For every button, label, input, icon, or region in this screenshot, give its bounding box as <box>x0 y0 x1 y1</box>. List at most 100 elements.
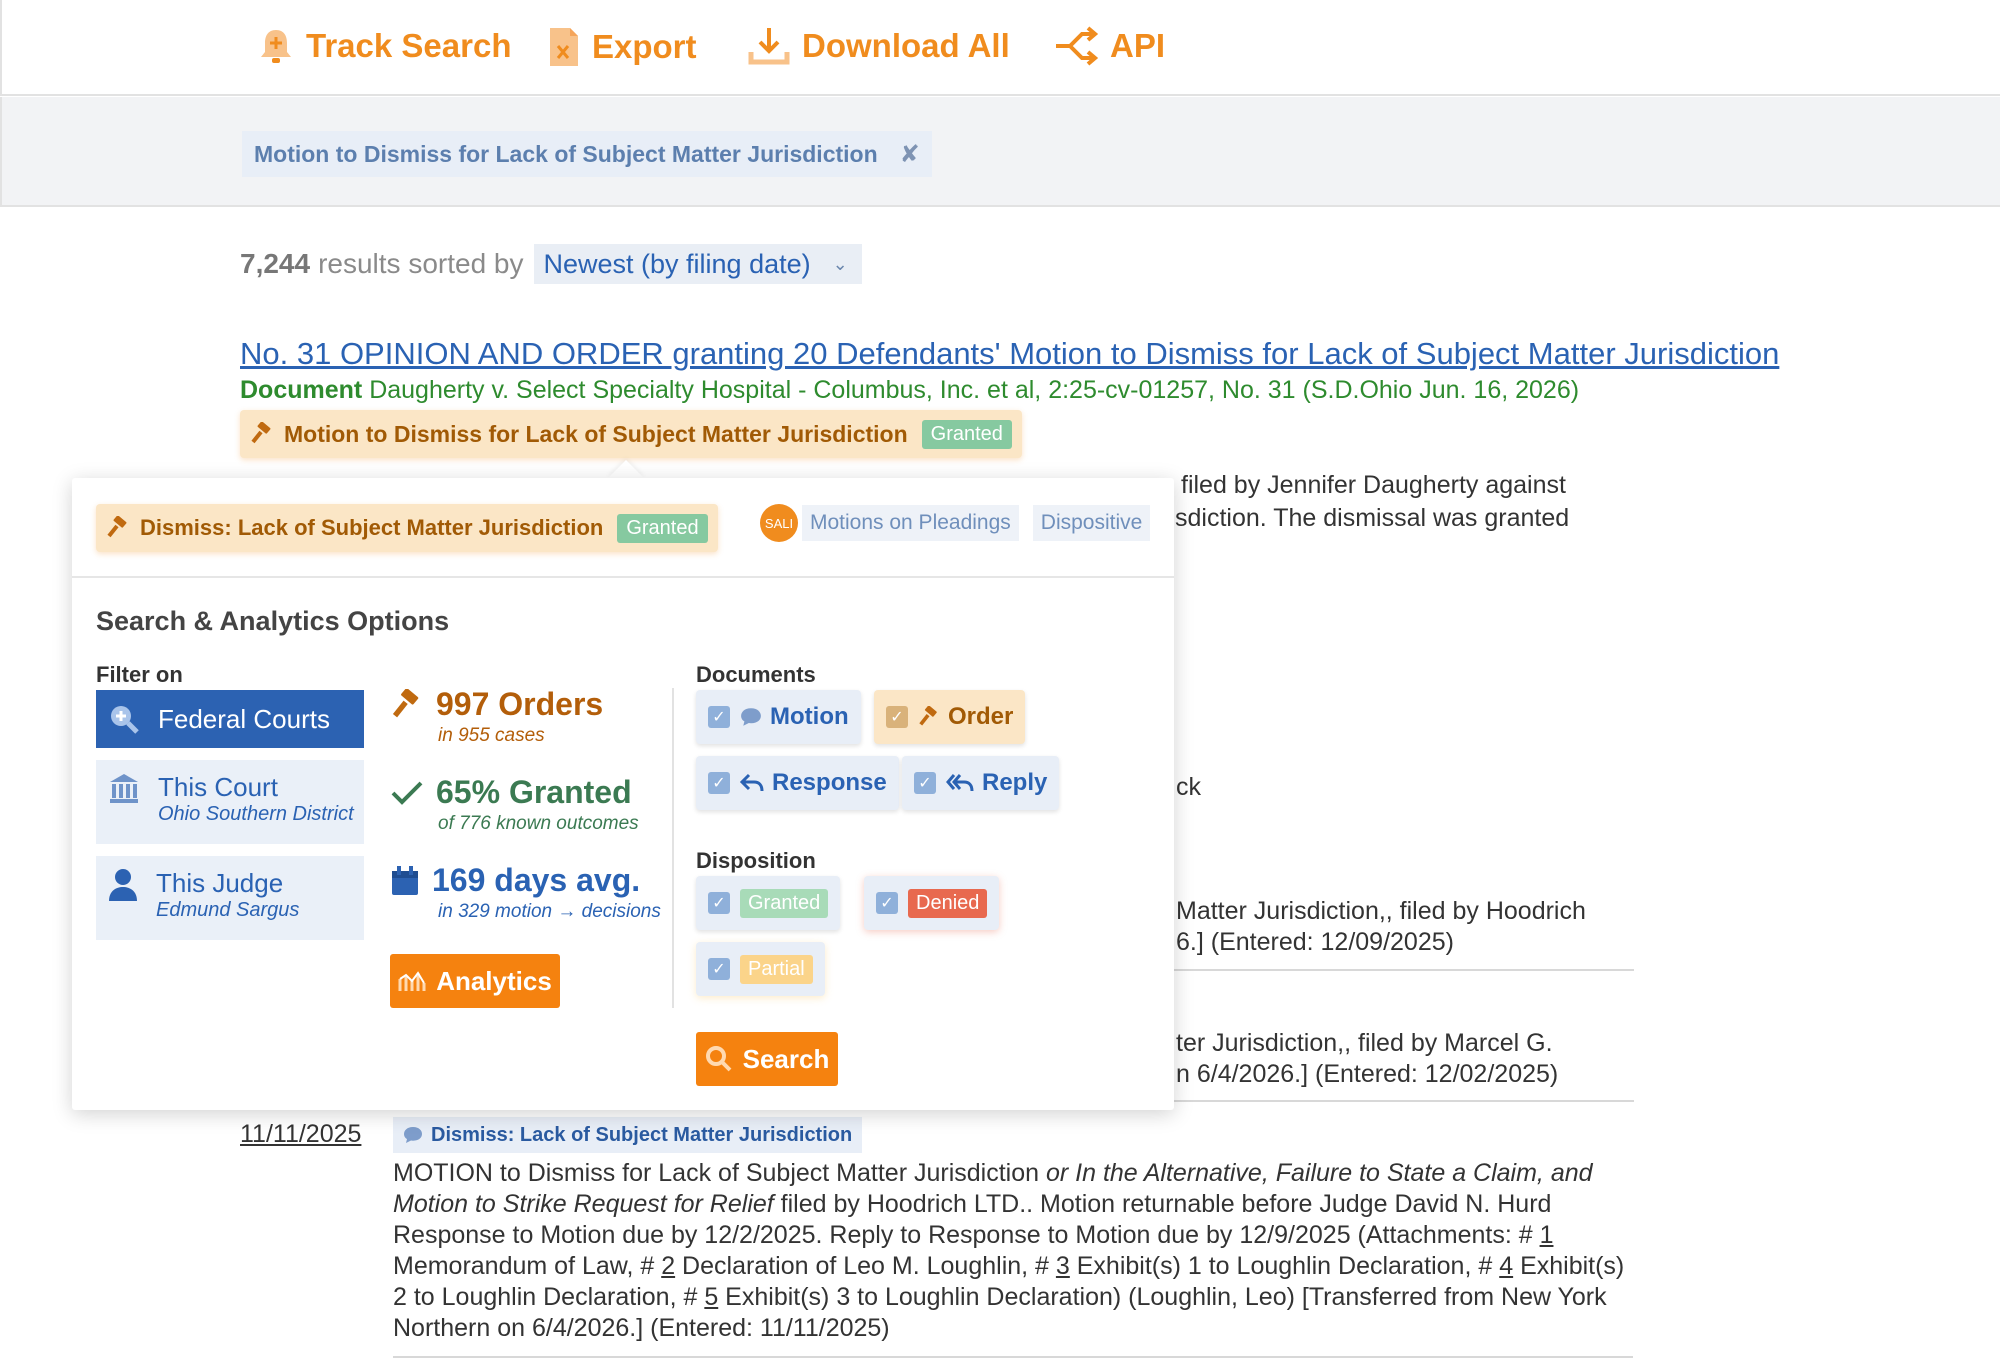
sort-select[interactable]: Newest (by filing date) ⌄ <box>534 244 862 284</box>
this-court-label: This Court <box>158 772 354 803</box>
download-all-label: Download All <box>802 27 1010 65</box>
disposition-denied-label: Denied <box>908 889 987 918</box>
docket-text-part: MOTION to Dismiss for Lack of Subject Ma… <box>393 1159 1046 1187</box>
result-title-link[interactable]: No. 31 OPINION AND ORDER granting 20 Def… <box>240 336 1779 372</box>
filter-this-court-button[interactable]: This Court Ohio Southern District <box>96 760 364 844</box>
docket-motion-tag[interactable]: Dismiss: Lack of Subject Matter Jurisdic… <box>393 1117 862 1153</box>
documents-order-checkbox[interactable]: ✓ Order <box>874 690 1025 744</box>
bell-plus-icon <box>258 26 294 66</box>
days-decisions: in 329 motion → decisions <box>438 901 661 923</box>
search-icon <box>705 1045 733 1073</box>
result-meta-label: Document <box>240 376 362 404</box>
snippet-text: sdiction. The dismissal was granted <box>1175 503 1569 534</box>
docket-text-part: Memorandum of Law, # <box>393 1252 661 1280</box>
speech-bubble-icon <box>740 707 762 727</box>
popover-motion-tag-label: Dismiss: Lack of Subject Matter Jurisdic… <box>140 515 603 541</box>
track-search-button[interactable]: Track Search <box>258 26 511 66</box>
result-meta-text: Daugherty v. Select Specialty Hospital -… <box>369 376 1579 404</box>
status-badge: Granted <box>922 420 1012 449</box>
active-filter-chip[interactable]: Motion to Dismiss for Lack of Subject Ma… <box>242 131 932 177</box>
snippet-text: ck <box>1176 772 1201 803</box>
export-button[interactable]: Export <box>548 26 697 68</box>
popover-header: Dismiss: Lack of Subject Matter Jurisdic… <box>72 478 1174 578</box>
this-judge-label: This Judge <box>156 868 299 899</box>
attachment-link[interactable]: 2 <box>661 1252 675 1280</box>
checkbox-checked-icon: ✓ <box>886 706 908 728</box>
gavel-icon <box>390 689 424 721</box>
documents-response-checkbox[interactable]: ✓ Response <box>696 756 899 810</box>
courthouse-icon <box>108 772 140 804</box>
granted-outcomes: of 776 known outcomes <box>438 813 639 835</box>
entry-divider <box>1150 1100 1634 1102</box>
checkbox-checked-icon: ✓ <box>708 706 730 728</box>
checkbox-checked-icon: ✓ <box>914 772 936 794</box>
results-sorted-by-text: results sorted by <box>318 248 523 280</box>
this-court-sublabel: Ohio Southern District <box>158 803 354 826</box>
documents-response-label: Response <box>772 769 887 797</box>
chart-icon <box>398 969 426 993</box>
documents-order-label: Order <box>948 703 1013 731</box>
category-chip: Motions on Pleadings <box>802 505 1019 541</box>
checkbox-checked-icon: ✓ <box>708 958 730 980</box>
download-all-button[interactable]: Download All <box>748 26 1010 66</box>
federal-courts-label: Federal Courts <box>158 704 330 735</box>
remove-filter-icon[interactable]: ✘ <box>900 140 920 169</box>
filter-this-judge-button[interactable]: This Judge Edmund Sargus <box>96 856 364 940</box>
attachment-link[interactable]: 4 <box>1499 1252 1513 1280</box>
results-count: 7,244 <box>240 248 310 280</box>
disposition-granted-label: Granted <box>740 889 828 918</box>
gavel-icon <box>106 516 130 540</box>
analytics-label: Analytics <box>436 966 552 997</box>
speech-bubble-icon <box>403 1126 423 1144</box>
docket-date-link[interactable]: 11/11/2025 <box>240 1120 361 1149</box>
disposition-partial-checkbox[interactable]: ✓ Partial <box>696 942 825 996</box>
search-label: Search <box>743 1044 830 1075</box>
search-button[interactable]: Search <box>696 1032 838 1086</box>
documents-motion-checkbox[interactable]: ✓ Motion <box>696 690 861 744</box>
checkbox-checked-icon: ✓ <box>708 772 730 794</box>
orders-count: 997 Orders <box>436 686 603 723</box>
active-filter-label: Motion to Dismiss for Lack of Subject Ma… <box>254 141 878 168</box>
gavel-icon <box>250 422 274 446</box>
disposition-denied-checkbox[interactable]: ✓ Denied <box>864 876 999 930</box>
granted-stat: 65% Granted of 776 known outcomes <box>390 774 639 835</box>
search-analytics-popover: Dismiss: Lack of Subject Matter Jurisdic… <box>72 478 1174 1110</box>
popover-motion-tag: Dismiss: Lack of Subject Matter Jurisdic… <box>96 504 718 552</box>
calendar-icon <box>390 865 420 897</box>
popover-arrow <box>608 460 644 478</box>
filter-on-label: Filter on <box>96 662 183 688</box>
api-label: API <box>1110 27 1165 65</box>
sali-logo: SALI <box>760 504 798 542</box>
result-motion-tag[interactable]: Motion to Dismiss for Lack of Subject Ma… <box>240 410 1022 458</box>
check-icon <box>390 779 424 807</box>
gavel-icon <box>918 706 940 728</box>
reply-all-icon <box>946 773 974 793</box>
attachment-link[interactable]: 1 <box>1540 1221 1554 1249</box>
documents-reply-label: Reply <box>982 769 1047 797</box>
granted-rate: 65% Granted <box>436 774 632 811</box>
status-badge: Granted <box>617 514 707 543</box>
snippet-text: filed by Jennifer Daugherty against <box>1181 470 1566 501</box>
track-search-label: Track Search <box>306 27 511 65</box>
attachment-link[interactable]: 5 <box>704 1283 718 1311</box>
filter-federal-courts-button[interactable]: Federal Courts <box>96 690 364 748</box>
docket-entry-text: MOTION to Dismiss for Lack of Subject Ma… <box>393 1158 1633 1344</box>
orders-stat: 997 Orders in 955 cases <box>390 686 603 747</box>
snippet-text: n 6/4/2026.] (Entered: 12/02/2025) <box>1176 1059 1558 1090</box>
disposition-granted-checkbox[interactable]: ✓ Granted <box>696 876 840 930</box>
export-label: Export <box>592 28 697 66</box>
dispositive-chip: Dispositive <box>1033 505 1151 541</box>
this-judge-sublabel: Edmund Sargus <box>156 899 299 922</box>
snippet-text: ter Jurisdiction,, filed by Marcel G. <box>1176 1028 1553 1059</box>
api-share-icon <box>1054 26 1098 66</box>
results-summary: 7,244 results sorted by Newest (by filin… <box>240 244 862 284</box>
entry-divider <box>1150 969 1634 971</box>
documents-reply-checkbox[interactable]: ✓ Reply <box>902 756 1059 810</box>
disposition-label: Disposition <box>696 848 816 874</box>
days-average: 169 days avg. <box>432 862 640 899</box>
analytics-button[interactable]: Analytics <box>390 954 560 1008</box>
sali-classification: SALI Motions on Pleadings Dispositive <box>760 504 1164 542</box>
checkbox-checked-icon: ✓ <box>876 892 898 914</box>
api-button[interactable]: API <box>1054 26 1165 66</box>
attachment-link[interactable]: 3 <box>1056 1252 1070 1280</box>
